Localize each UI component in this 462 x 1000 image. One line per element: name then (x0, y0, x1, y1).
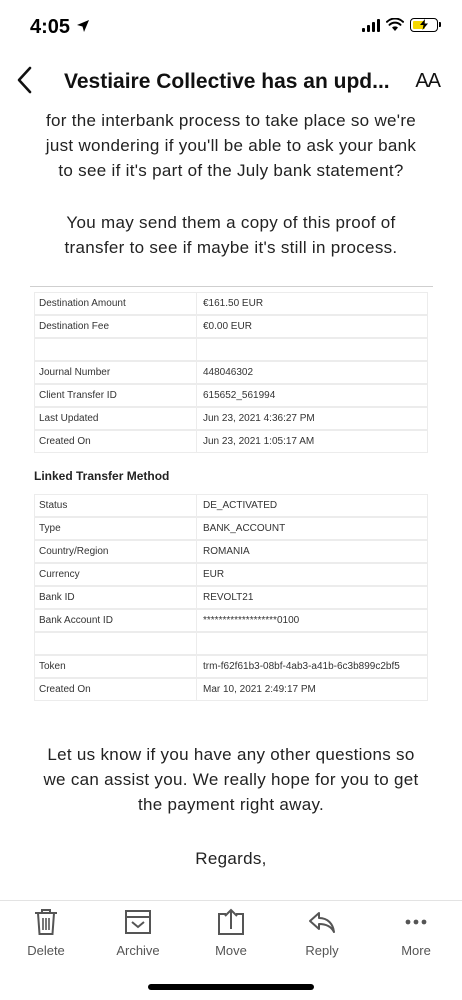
text-line: we can assist you. We really hope for yo… (43, 770, 419, 789)
row-label: Last Updated (35, 408, 197, 429)
row-value: *******************0100 (203, 615, 300, 626)
text-line: the payment right away. (137, 795, 325, 814)
table-row: Created On Jun 23, 2021 1:05:17 AM (34, 430, 428, 453)
battery-charging-icon (410, 18, 441, 32)
message-header: Vestiaire Collective has an upd... AA (0, 56, 462, 106)
chevron-left-icon[interactable] (12, 62, 40, 98)
move-label: Move (215, 943, 247, 958)
row-value: Jun 23, 2021 1:05:17 AM (203, 436, 315, 447)
move-folder-icon (218, 908, 244, 935)
row-label: Type (35, 518, 197, 539)
more-label: More (401, 943, 431, 958)
text-line: transfer to see if maybe it's still in p… (64, 238, 398, 257)
text-line: to see if it's part of the July bank sta… (58, 161, 404, 180)
row-label: Status (35, 495, 197, 516)
row-label: Bank ID (35, 587, 197, 608)
message-subject: Vestiaire Collective has an upd... (64, 70, 390, 93)
text-size-button[interactable]: AA (415, 70, 441, 93)
table-row: Type BANK_ACCOUNT (34, 517, 428, 540)
row-value: EUR (203, 569, 225, 580)
row-value: 615652_561994 (203, 390, 276, 401)
table-row: Destination Fee €0.00 EUR (34, 315, 428, 338)
table-row: Currency EUR (34, 563, 428, 586)
more-dots-icon (405, 919, 427, 925)
table-row: Status DE_ACTIVATED (34, 494, 428, 517)
row-value: BANK_ACCOUNT (203, 523, 286, 534)
trash-icon (35, 909, 57, 935)
text-line: for the interbank process to take place … (45, 111, 417, 130)
archive-label: Archive (116, 943, 160, 958)
row-value: 448046302 (203, 367, 254, 378)
message-paragraph-3: Let us know if you have any other questi… (0, 742, 462, 817)
row-label (35, 633, 197, 654)
text-line: Let us know if you have any other questi… (47, 745, 415, 764)
transfer-details-panel: Destination Amount €161.50 EUR Destination… (30, 286, 433, 720)
location-arrow-icon (77, 20, 89, 32)
row-label (35, 339, 197, 360)
row-value: ROMANIA (203, 546, 250, 557)
row-value (197, 339, 427, 360)
delete-label: Delete (27, 943, 65, 958)
row-label: Currency (35, 564, 197, 585)
row-value (197, 633, 427, 654)
table-row (34, 632, 428, 655)
row-label: Token (35, 656, 197, 677)
table-row: Token trm-f62f61b3-08bf-4ab3-a41b-6c3b899… (34, 655, 428, 678)
linked-transfer-title: Linked Transfer Method (34, 469, 170, 483)
text-line: just wondering if you'll be able to ask … (45, 136, 417, 155)
row-value: DE_ACTIVATED (203, 500, 278, 511)
status-time: 4:05 (30, 16, 71, 38)
row-value: €0.00 EUR (203, 321, 252, 332)
row-value: Mar 10, 2021 2:49:17 PM (203, 684, 316, 695)
wifi-icon (386, 18, 404, 31)
row-value: €161.50 EUR (203, 298, 264, 309)
home-indicator[interactable] (148, 984, 314, 990)
row-label: Destination Amount (35, 293, 197, 314)
message-paragraph-1: for the interbank process to take place … (0, 108, 462, 183)
more-button[interactable]: More (376, 907, 456, 958)
table-row: Last Updated Jun 23, 2021 4:36:27 PM (34, 407, 428, 430)
status-bar: 4:05 (0, 0, 462, 56)
row-value: REVOLT21 (203, 592, 254, 603)
row-label: Created On (35, 679, 197, 700)
table-row: Bank Account ID *******************0100 (34, 609, 428, 632)
row-value: Jun 23, 2021 4:36:27 PM (203, 413, 315, 424)
table-row: Journal Number 448046302 (34, 361, 428, 384)
reply-arrow-icon (309, 912, 335, 933)
table-row: Client Transfer ID 615652_561994 (34, 384, 428, 407)
row-value: trm-f62f61b3-08bf-4ab3-a41b-6c3b899c2bf5 (203, 661, 400, 672)
text-line: You may send them a copy of this proof o… (66, 213, 396, 232)
reply-label: Reply (305, 943, 339, 958)
signal-icon (362, 18, 380, 32)
archive-icon (125, 910, 151, 934)
table-row: Bank ID REVOLT21 (34, 586, 428, 609)
table-row: Created On Mar 10, 2021 2:49:17 PM (34, 678, 428, 701)
row-label: Journal Number (35, 362, 197, 383)
message-paragraph-2: You may send them a copy of this proof o… (0, 210, 462, 260)
table-row: Country/Region ROMANIA (34, 540, 428, 563)
delete-button[interactable]: Delete (6, 907, 86, 958)
archive-button[interactable]: Archive (98, 907, 178, 958)
table-row (34, 338, 428, 361)
move-button[interactable]: Move (191, 907, 271, 958)
row-label: Country/Region (35, 541, 197, 562)
row-label: Destination Fee (35, 316, 197, 337)
row-label: Bank Account ID (35, 610, 197, 631)
table-row: Destination Amount €161.50 EUR (34, 292, 428, 315)
row-label: Client Transfer ID (35, 385, 197, 406)
reply-button[interactable]: Reply (282, 907, 362, 958)
regards-text: Regards, (195, 849, 267, 868)
row-label: Created On (35, 431, 197, 452)
